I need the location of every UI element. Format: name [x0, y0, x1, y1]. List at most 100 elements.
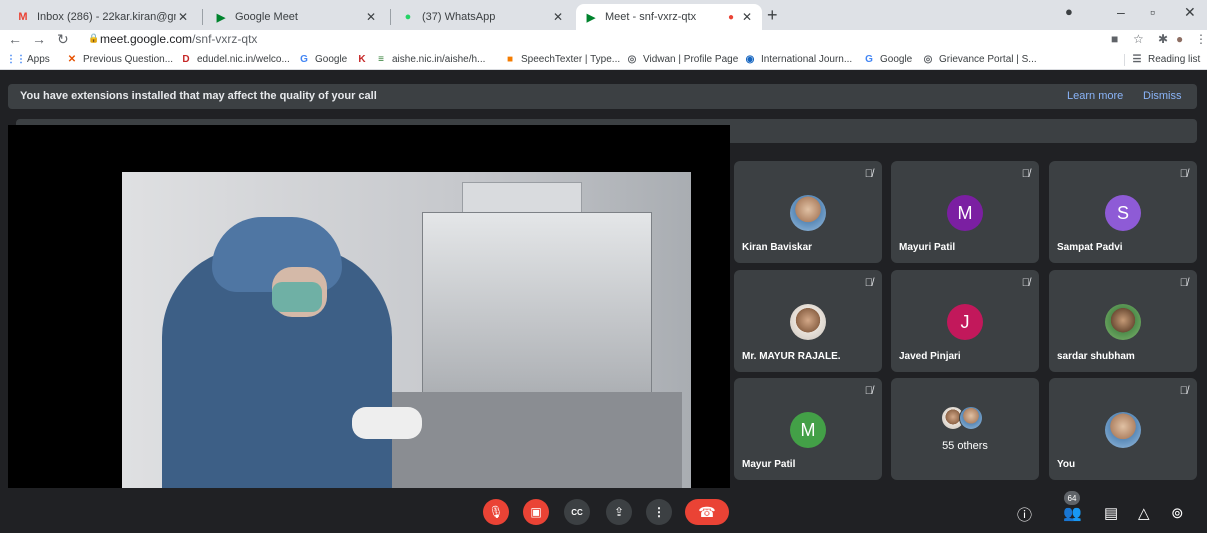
chat-icon[interactable]: ▤ [1104, 504, 1118, 522]
mic-off-button[interactable]: 🎙 [483, 499, 509, 525]
tab-google-meet[interactable]: ▶ Google Meet ✕ [206, 4, 386, 30]
avatar [790, 195, 826, 231]
mic-off-icon: 🎙 [488, 505, 504, 519]
meet-icon: ▶ [216, 11, 226, 24]
participant-tile[interactable]: 🎙̸ S Sampat Padvi [1049, 161, 1197, 263]
avatar[interactable]: ● [1176, 32, 1183, 46]
forward-icon[interactable]: → [32, 31, 46, 47]
others-count: 55 others [942, 440, 988, 452]
participant-tile[interactable]: 🎙̸ J Javed Pinjari [891, 270, 1039, 372]
others-tile[interactable]: 55 others [891, 378, 1039, 480]
edudel-icon: D [182, 53, 190, 65]
avatar: S [1105, 195, 1141, 231]
participant-tile[interactable]: 🎙̸ Kiran Baviskar [734, 161, 882, 263]
people-icon[interactable]: 👥 [1063, 504, 1082, 522]
info-icon[interactable]: ⓘ [1017, 504, 1032, 525]
close-icon[interactable]: ✕ [551, 10, 565, 24]
menu-icon[interactable]: ⋮ [1195, 32, 1207, 46]
bookmark-label: Apps [27, 53, 50, 65]
self-tile[interactable]: 🎙̸ You [1049, 378, 1197, 480]
participant-name: Mayuri Patil [899, 242, 956, 253]
banner-message: You have extensions installed that may a… [20, 90, 377, 102]
participant-name: You [1057, 459, 1076, 470]
presentation-video[interactable] [8, 125, 730, 488]
bookmark-google-2[interactable]: G Google [863, 53, 912, 65]
leave-call-button[interactable]: ☎ [685, 499, 729, 525]
tab-title: Meet - snf-vxrz-qtx [605, 11, 697, 23]
bookmark-aishe[interactable]: ≡ aishe.nic.in/aishe/h... [375, 53, 485, 65]
tab-meet-active[interactable]: ▶ Meet - snf-vxrz-qtx ● ✕ [576, 4, 762, 30]
mic-off-icon: 🎙̸ [864, 385, 873, 397]
profile-icon[interactable]: ● [1065, 4, 1073, 19]
present-button[interactable]: ⇪ [606, 499, 632, 525]
participant-name: Kiran Baviskar [742, 242, 813, 253]
bookmark-international-journ[interactable]: ◉ International Journ... [744, 53, 853, 65]
dismiss-button[interactable]: Dismiss [1143, 90, 1182, 102]
tab-gmail[interactable]: M Inbox (286) - 22kar.kiran@gmail. ✕ [8, 4, 198, 30]
mic-off-icon: 🎙̸ [1179, 168, 1188, 180]
bookmark-label: Previous Question... [83, 53, 174, 65]
bookmark-icon-only[interactable]: K [356, 53, 373, 65]
activities-icon[interactable]: △ [1138, 504, 1150, 522]
window-close-icon[interactable]: ✕ [1184, 4, 1196, 21]
participant-tile[interactable]: 🎙̸ M Mayur Patil [734, 378, 882, 480]
site-icon: K [358, 53, 366, 65]
bookmark-label: Google [315, 53, 348, 65]
bookmark-previous-question[interactable]: ✕ Previous Question... [66, 53, 173, 65]
participant-tile[interactable]: 🎙̸ sardar shubham [1049, 270, 1197, 372]
bookmark-vidwan[interactable]: ◎ Vidwan | Profile Page [626, 53, 739, 65]
more-options-button[interactable]: ⋮ [646, 499, 672, 525]
bookmarks-bar: ⋮⋮ Apps ✕ Previous Question... Dedudel.nic… [0, 50, 1207, 70]
bookmark-label: edudel.nic.in/welco... [197, 53, 290, 65]
tab-title: Google Meet [235, 11, 298, 23]
reading-list-icon: ☰ [1132, 53, 1142, 65]
bookmark-label: Grievance Portal | S... [939, 53, 1037, 65]
others-avatars [941, 406, 991, 430]
mic-off-icon: 🎙̸ [1179, 277, 1188, 289]
bookmark-icon: ✕ [67, 53, 77, 65]
captions-icon: CC [571, 507, 583, 517]
avatar [1105, 412, 1141, 448]
bookmark-apps[interactable]: ⋮⋮ Apps [6, 53, 50, 65]
globe-icon: ◎ [627, 53, 637, 65]
tab-whatsapp[interactable]: ● (37) WhatsApp ✕ [393, 4, 573, 30]
extensions-icon[interactable]: ✱ [1158, 32, 1168, 46]
extension-warning-banner: You have extensions installed that may a… [8, 84, 1197, 109]
close-icon[interactable]: ✕ [364, 10, 378, 24]
captions-button[interactable]: CC [564, 499, 590, 525]
minimize-icon[interactable]: – [1117, 4, 1125, 20]
close-icon[interactable]: ✕ [176, 10, 190, 24]
address-bar[interactable]: meet.google.com/snf-vxrz-qtx [100, 32, 257, 46]
flag-icon: ≡ [378, 53, 384, 65]
bookmark-speechtexter[interactable]: ■ SpeechTexter | Type... [504, 53, 620, 65]
bookmark-google[interactable]: G Google [298, 53, 347, 65]
bookmark-label: SpeechTexter | Type... [521, 53, 621, 65]
host-controls-icon[interactable]: ⊚ [1171, 504, 1184, 522]
mic-off-icon: 🎙̸ [864, 277, 873, 289]
star-icon[interactable]: ☆ [1133, 32, 1144, 46]
reload-icon[interactable]: ↻ [57, 31, 69, 48]
mic-off-icon: 🎙̸ [1021, 277, 1030, 289]
bookmark-edudel[interactable]: Dedudel.nic.in/welco... [180, 53, 290, 65]
avatar [790, 304, 826, 340]
tab-divider [202, 9, 203, 25]
tab-title: (37) WhatsApp [422, 11, 496, 23]
learn-more-link[interactable]: Learn more [1067, 90, 1123, 102]
camera-icon[interactable]: ■ [1111, 32, 1118, 46]
glove [352, 407, 422, 439]
apps-grid-icon: ⋮⋮ [6, 53, 26, 65]
mic-off-icon: 🎙̸ [1179, 385, 1188, 397]
close-icon[interactable]: ✕ [740, 10, 754, 24]
camera-off-button[interactable]: ▣ [523, 499, 549, 525]
reading-list-button[interactable]: ☰ Reading list [1131, 53, 1201, 65]
participant-tile[interactable]: 🎙̸ Mr. MAYUR RAJALE. [734, 270, 882, 372]
new-tab-button[interactable]: + [767, 5, 778, 26]
avatar [959, 406, 983, 430]
avatar: M [947, 195, 983, 231]
participant-tile[interactable]: 🎙̸ M Mayuri Patil [891, 161, 1039, 263]
back-icon[interactable]: ← [8, 31, 22, 47]
bookmark-grievance-portal[interactable]: ◎ Grievance Portal | S... [922, 53, 1037, 65]
globe-icon: ◎ [923, 53, 933, 65]
maximize-icon[interactable]: ▫ [1150, 4, 1155, 20]
participant-name: Sampat Padvi [1057, 242, 1123, 253]
